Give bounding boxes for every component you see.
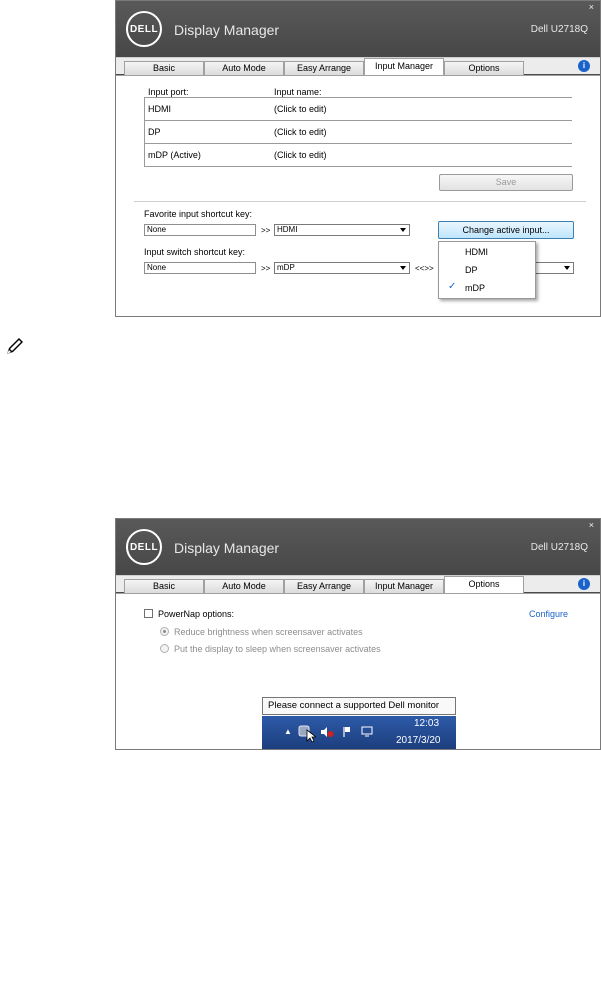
input-switch-shortcut-field[interactable]: None bbox=[144, 262, 256, 274]
input-switch-value: mDP bbox=[277, 263, 295, 272]
favorite-shortcut-field[interactable]: None bbox=[144, 224, 256, 236]
configure-link[interactable]: Configure bbox=[529, 609, 568, 619]
tab-bar: Basic Auto Mode Easy Arrange Input Manag… bbox=[116, 57, 600, 75]
info-icon[interactable]: i bbox=[578, 60, 590, 72]
speaker-muted-icon[interactable] bbox=[320, 726, 334, 738]
display-sleep-label: Put the display to sleep when screensave… bbox=[174, 644, 381, 654]
input-name-header: Input name: bbox=[274, 87, 322, 97]
network-icon[interactable] bbox=[360, 726, 374, 738]
mouse-cursor-icon bbox=[306, 729, 316, 743]
reduce-brightness-label: Reduce brightness when screensaver activ… bbox=[174, 627, 363, 637]
port-mdp: mDP (Active) bbox=[148, 150, 201, 160]
clock-time[interactable]: 12:03 bbox=[414, 718, 439, 729]
close-icon[interactable]: × bbox=[589, 520, 594, 530]
save-button[interactable]: Save bbox=[439, 174, 573, 191]
tab-input-manager[interactable]: Input Manager bbox=[364, 58, 444, 75]
info-icon[interactable]: i bbox=[578, 578, 590, 590]
note-pencil-icon bbox=[7, 338, 23, 354]
tab-input-manager[interactable]: Input Manager bbox=[364, 579, 444, 593]
tab-easy-arrange[interactable]: Easy Arrange bbox=[284, 61, 364, 75]
port-dp: DP bbox=[148, 127, 161, 137]
chevron-down-icon bbox=[400, 266, 406, 270]
display-sleep-radio[interactable] bbox=[160, 644, 169, 653]
active-input-dropdown: HDMI DP ✓ mDP bbox=[438, 241, 536, 299]
chevron-down-icon bbox=[400, 228, 406, 232]
port-name-dp[interactable]: (Click to edit) bbox=[274, 127, 327, 137]
app-title: Display Manager bbox=[174, 22, 280, 38]
tab-options[interactable]: Options bbox=[444, 61, 524, 75]
input-switch-select[interactable]: mDP bbox=[274, 262, 410, 274]
port-hdmi: HDMI bbox=[148, 104, 171, 114]
dropdown-item-dp[interactable]: DP bbox=[465, 265, 478, 275]
change-active-input-button[interactable]: Change active input... bbox=[438, 221, 574, 239]
port-name-mdp[interactable]: (Click to edit) bbox=[274, 150, 327, 160]
chevron-down-icon bbox=[564, 266, 570, 270]
monitor-model: Dell U2718Q bbox=[530, 24, 588, 35]
dropdown-item-mdp[interactable]: mDP bbox=[465, 283, 485, 293]
show-hidden-icons-icon[interactable]: ▲ bbox=[284, 727, 292, 736]
action-center-flag-icon[interactable] bbox=[342, 726, 356, 738]
tab-auto-mode[interactable]: Auto Mode bbox=[204, 579, 284, 593]
tab-auto-mode[interactable]: Auto Mode bbox=[204, 61, 284, 75]
switch-arrow: >> bbox=[261, 264, 271, 273]
powernap-label: PowerNap options: bbox=[158, 609, 235, 619]
favorite-input-select[interactable]: HDMI bbox=[274, 224, 410, 236]
port-name-hdmi[interactable]: (Click to edit) bbox=[274, 104, 327, 114]
input-switch-shortcut-label: Input switch shortcut key: bbox=[144, 247, 246, 257]
dropdown-item-hdmi[interactable]: HDMI bbox=[465, 247, 488, 257]
close-icon[interactable]: × bbox=[589, 2, 594, 12]
title-bar: DELL Display Manager Dell U2718Q × bbox=[116, 519, 600, 575]
favorite-arrow: >> bbox=[261, 226, 271, 235]
tab-bar: Basic Auto Mode Easy Arrange Input Manag… bbox=[116, 575, 600, 593]
input-port-header: Input port: bbox=[148, 87, 189, 97]
favorite-shortcut-label: Favorite input shortcut key: bbox=[144, 209, 253, 219]
tab-easy-arrange[interactable]: Easy Arrange bbox=[284, 579, 364, 593]
tab-options[interactable]: Options bbox=[444, 576, 524, 593]
tab-basic[interactable]: Basic bbox=[124, 61, 204, 75]
clock-date[interactable]: 2017/3/20 bbox=[396, 735, 441, 746]
dell-logo: DELL bbox=[126, 529, 162, 565]
swap-arrows: <<>> bbox=[415, 264, 434, 273]
app-title: Display Manager bbox=[174, 540, 280, 556]
tab-basic[interactable]: Basic bbox=[124, 579, 204, 593]
title-bar: DELL Display Manager Dell U2718Q × bbox=[116, 1, 600, 57]
reduce-brightness-radio[interactable] bbox=[160, 627, 169, 636]
monitor-model: Dell U2718Q bbox=[530, 542, 588, 553]
dell-logo: DELL bbox=[126, 11, 162, 47]
powernap-checkbox[interactable] bbox=[144, 609, 153, 618]
favorite-input-value: HDMI bbox=[277, 225, 298, 234]
tray-tooltip: Please connect a supported Dell monitor bbox=[262, 697, 456, 715]
checkmark-icon: ✓ bbox=[448, 281, 457, 292]
display-manager-window-input: DELL Display Manager Dell U2718Q × Basic… bbox=[115, 0, 601, 317]
